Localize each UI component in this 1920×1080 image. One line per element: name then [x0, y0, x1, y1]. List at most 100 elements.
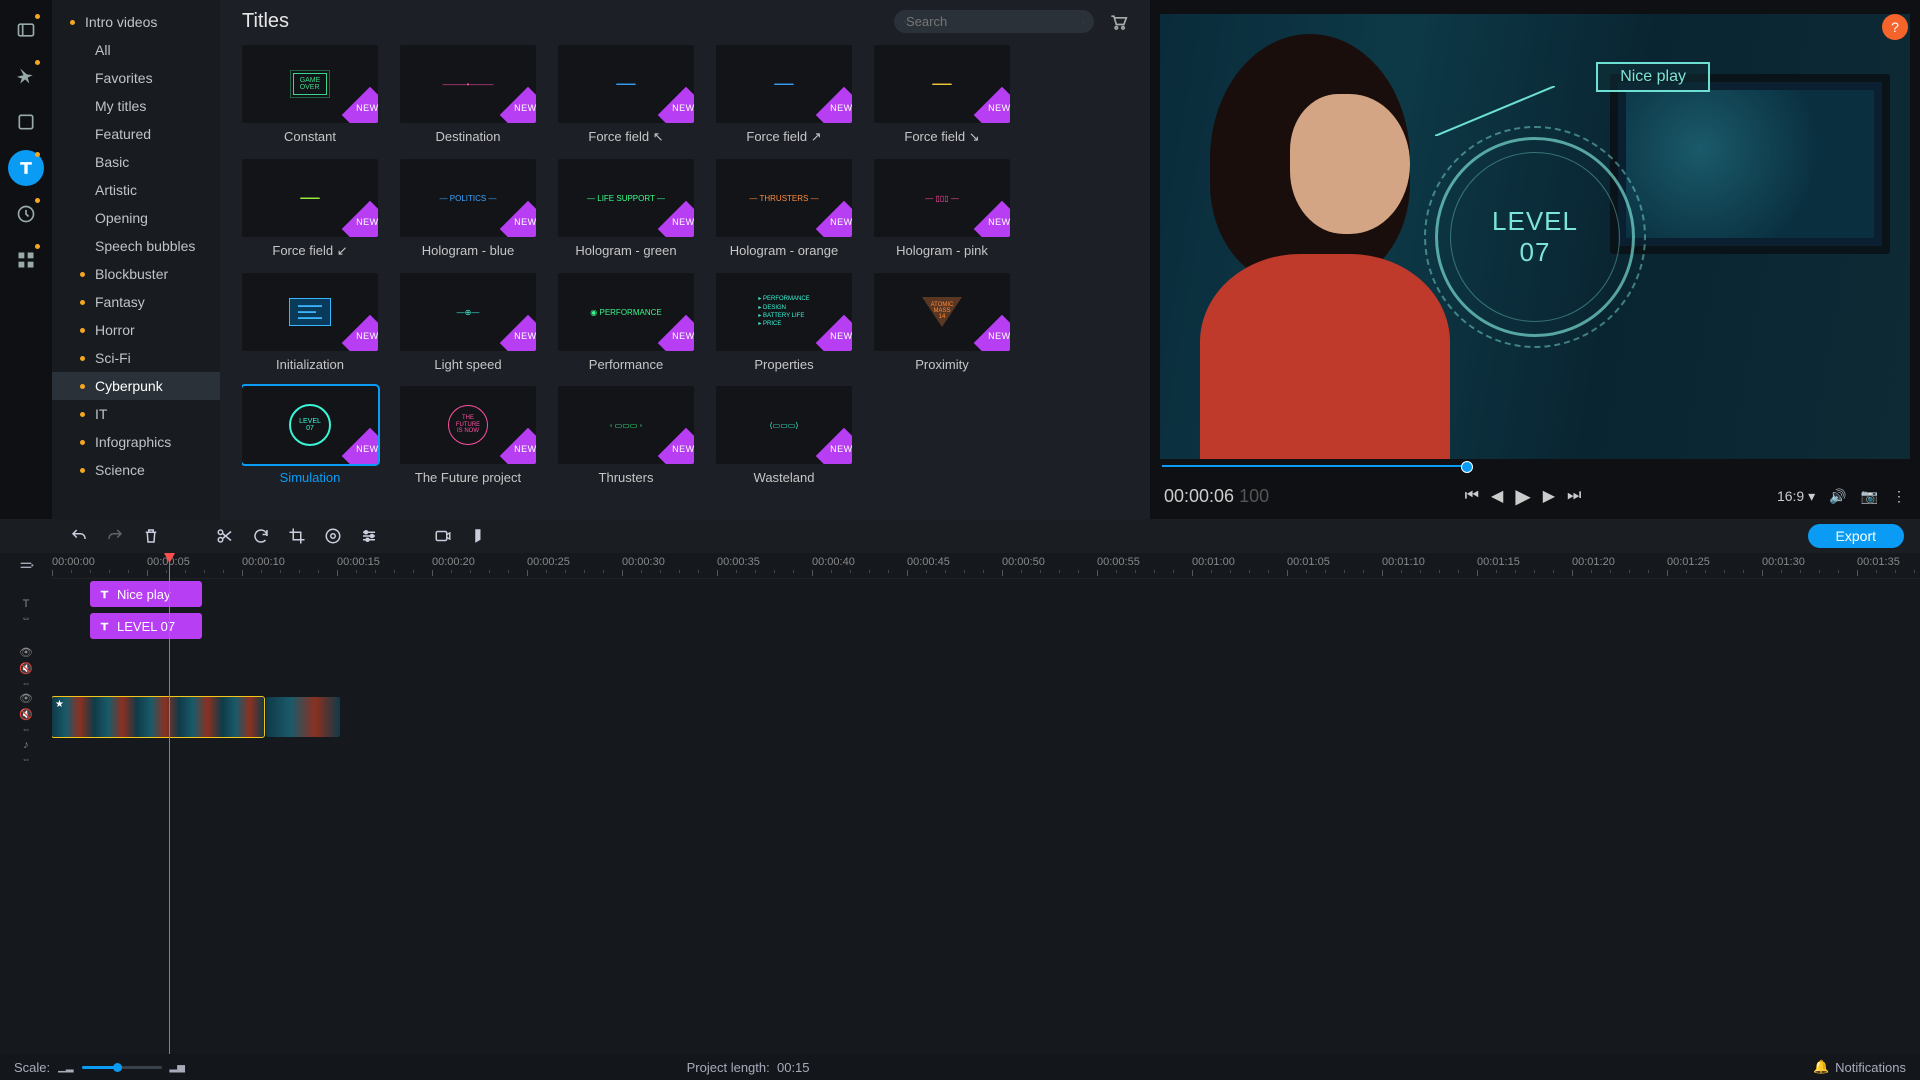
- sidebar-item-blockbuster[interactable]: Blockbuster: [52, 260, 220, 288]
- preview-panel: ? Nice play LEVEL 07 00:00:06 100 ⏮: [1150, 0, 1920, 519]
- timeline-ruler[interactable]: 00:00:0000:00:0500:00:1000:00:1500:00:20…: [52, 553, 1920, 579]
- overlay-track-header[interactable]: 👁🔇⇔: [0, 643, 52, 691]
- title-grid: GAMEOVERNEWConstant———•———NEWDestination…: [242, 45, 1128, 485]
- text-clip[interactable]: Nice play: [90, 581, 202, 607]
- preview-viewport[interactable]: Nice play LEVEL 07: [1160, 14, 1910, 459]
- video-clip[interactable]: ★: [52, 697, 264, 737]
- hud-overlay: LEVEL 07: [1435, 137, 1635, 337]
- title-tile-hologram-orange[interactable]: — THRUSTERS —NEWHologram - orange: [716, 159, 852, 259]
- search-input[interactable]: [906, 14, 1082, 29]
- sidebar-item-science[interactable]: Science: [52, 456, 220, 484]
- next-clip-button[interactable]: ⏭: [1567, 487, 1581, 505]
- sidebar-item-it[interactable]: IT: [52, 400, 220, 428]
- rail-transitions[interactable]: [8, 196, 44, 232]
- add-track-button[interactable]: [0, 553, 52, 579]
- sidebar-item-horror[interactable]: Horror: [52, 316, 220, 344]
- title-tile-force-field-[interactable]: ━━━━NEWForce field ↖: [558, 45, 694, 145]
- rail-effects[interactable]: [8, 58, 44, 94]
- clear-search-icon[interactable]: [1082, 15, 1084, 29]
- transport-controls: ⏮ ◀ ▶ ▶ ⏭: [1465, 484, 1582, 509]
- project-length-value: 00:15: [777, 1060, 810, 1075]
- color-button[interactable]: [324, 527, 342, 545]
- title-tile-initialization[interactable]: ▬▬▬▬▬▬▬▬▬▬▬NEWInitialization: [242, 273, 378, 372]
- rail-more[interactable]: [8, 242, 44, 278]
- sidebar-item-opening[interactable]: Opening: [52, 204, 220, 232]
- text-clip[interactable]: LEVEL 07: [90, 613, 202, 639]
- zoom-in-icon[interactable]: ▂▅: [170, 1062, 185, 1073]
- sidebar-item-speech-bubbles[interactable]: Speech bubbles: [52, 232, 220, 260]
- next-frame-button[interactable]: ▶: [1543, 486, 1555, 506]
- tool-rail: [0, 0, 52, 519]
- playhead[interactable]: [169, 553, 170, 1054]
- sidebar-item-artistic[interactable]: Artistic: [52, 176, 220, 204]
- rail-media[interactable]: [8, 12, 44, 48]
- category-sidebar: Intro videosAllFavoritesMy titlesFeature…: [52, 0, 220, 519]
- title-tile-thrusters[interactable]: ◦ ▭▭▭ ◦NEWThrusters: [558, 386, 694, 485]
- preview-menu-icon[interactable]: ⋮: [1892, 488, 1906, 505]
- title-tile-destination[interactable]: ———•———NEWDestination: [400, 45, 536, 145]
- title-tile-properties[interactable]: ▸ PERFORMANCE▸ DESIGN▸ BATTERY LIFE▸ PRI…: [716, 273, 852, 372]
- title-tile-simulation[interactable]: LEVEL07NEWSimulation: [242, 386, 378, 485]
- notifications-button[interactable]: 🔔 Notifications: [1813, 1059, 1906, 1075]
- redo-button[interactable]: [106, 527, 124, 545]
- title-tile-hologram-green[interactable]: — LIFE SUPPORT —NEWHologram - green: [558, 159, 694, 259]
- play-button[interactable]: ▶: [1515, 484, 1530, 509]
- undo-button[interactable]: [70, 527, 88, 545]
- sidebar-item-sci-fi[interactable]: Sci-Fi: [52, 344, 220, 372]
- rail-elements[interactable]: [8, 104, 44, 140]
- text-track-header[interactable]: T⇔: [0, 579, 52, 643]
- sidebar-item-intro-videos[interactable]: Intro videos: [52, 8, 220, 36]
- video-track-header[interactable]: 👁🔇⇔: [0, 691, 52, 735]
- panel-title: Titles: [242, 10, 289, 33]
- rail-titles[interactable]: [8, 150, 44, 186]
- rotate-button[interactable]: [252, 527, 270, 545]
- aspect-ratio-selector[interactable]: 16:9 ▾: [1777, 488, 1815, 505]
- delete-button[interactable]: [142, 527, 160, 545]
- scale-label: Scale:: [14, 1060, 50, 1075]
- title-tile-performance[interactable]: ◉ PERFORMANCENEWPerformance: [558, 273, 694, 372]
- title-tile-proximity[interactable]: ATOMICMASS14NEWProximity: [874, 273, 1010, 372]
- sidebar-item-featured[interactable]: Featured: [52, 120, 220, 148]
- search-box[interactable]: [894, 10, 1094, 33]
- scale-slider[interactable]: [82, 1066, 162, 1069]
- sidebar-item-basic[interactable]: Basic: [52, 148, 220, 176]
- export-button[interactable]: Export: [1808, 524, 1904, 548]
- zoom-out-icon[interactable]: ▁▂: [58, 1062, 73, 1073]
- track-area[interactable]: 00:00:0000:00:0500:00:1000:00:1500:00:20…: [52, 553, 1920, 1054]
- title-tile-light-speed[interactable]: —⊕—NEWLight speed: [400, 273, 536, 372]
- audio-track-header[interactable]: ♪⇔: [0, 735, 52, 767]
- sidebar-item-favorites[interactable]: Favorites: [52, 64, 220, 92]
- sidebar-item-all[interactable]: All: [52, 36, 220, 64]
- sidebar-item-infographics[interactable]: Infographics: [52, 428, 220, 456]
- preview-scrubber[interactable]: [1162, 459, 1908, 473]
- title-tile-constant[interactable]: GAMEOVERNEWConstant: [242, 45, 378, 145]
- sidebar-item-fantasy[interactable]: Fantasy: [52, 288, 220, 316]
- title-tile-force-field-[interactable]: ━━━━NEWForce field ↙: [242, 159, 378, 259]
- title-tile-wasteland[interactable]: ⟨▭▭▭⟩NEWWasteland: [716, 386, 852, 485]
- properties-button[interactable]: [360, 527, 378, 545]
- sidebar-item-my-titles[interactable]: My titles: [52, 92, 220, 120]
- title-tile-force-field-[interactable]: ━━━━NEWForce field ↘: [874, 45, 1010, 145]
- marker-button[interactable]: [470, 527, 488, 545]
- snapshot-icon[interactable]: 📷: [1861, 488, 1878, 505]
- title-tile-force-field-[interactable]: ━━━━NEWForce field ↗: [716, 45, 852, 145]
- split-button[interactable]: [216, 527, 234, 545]
- prev-frame-button[interactable]: ◀: [1491, 486, 1503, 506]
- title-browser: Titles GAMEOVERNEWConstant———•———NEWDest…: [220, 0, 1150, 519]
- help-button[interactable]: ?: [1882, 14, 1908, 40]
- project-length-label: Project length:: [687, 1060, 770, 1075]
- track-headers: T⇔ 👁🔇⇔ 👁🔇⇔ ♪⇔: [0, 553, 52, 1054]
- sidebar-item-cyberpunk[interactable]: Cyberpunk: [52, 372, 220, 400]
- bell-icon: 🔔: [1813, 1059, 1829, 1075]
- title-tile-the-future-project[interactable]: THEFUTUREIS NOWNEWThe Future project: [400, 386, 536, 485]
- title-tile-hologram-blue[interactable]: — POLITICS —NEWHologram - blue: [400, 159, 536, 259]
- video-clip[interactable]: [266, 697, 340, 737]
- crop-button[interactable]: [288, 527, 306, 545]
- title-tile-hologram-pink[interactable]: — ▯▯▯ —NEWHologram - pink: [874, 159, 1010, 259]
- status-bar: Scale: ▁▂ ▂▅ Project length: 00:15 🔔 Not…: [0, 1054, 1920, 1080]
- timecode: 00:00:06 100: [1164, 486, 1269, 507]
- cart-icon[interactable]: [1108, 12, 1128, 32]
- volume-icon[interactable]: 🔊: [1829, 488, 1846, 505]
- prev-clip-button[interactable]: ⏮: [1465, 487, 1479, 505]
- record-button[interactable]: [434, 527, 452, 545]
